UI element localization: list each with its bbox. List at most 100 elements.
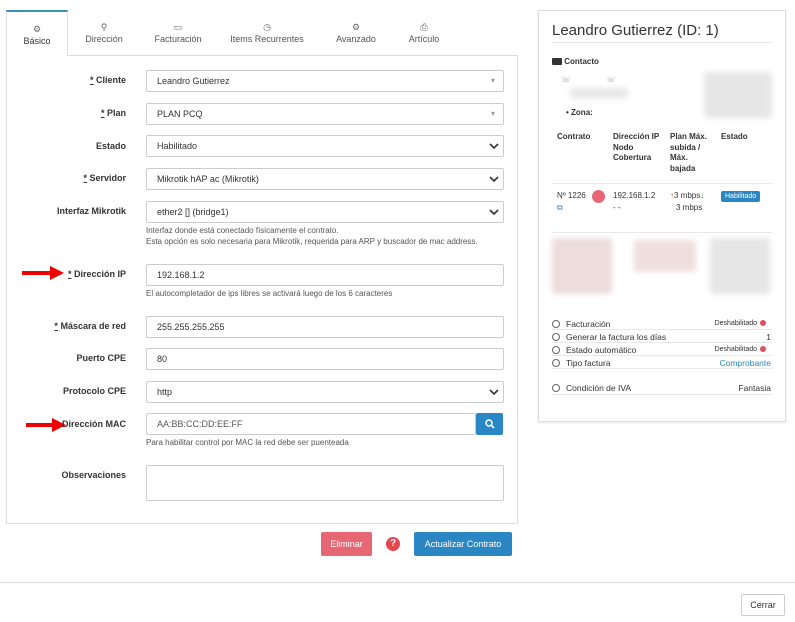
tab-bar: ⚙ Básico ⚲ Dirección ▭ Facturación ◷ Ite… [6, 10, 518, 57]
divider [552, 355, 772, 356]
setting-value: Deshabilitado [715, 320, 766, 327]
printer-icon: ⎙ [420, 22, 428, 32]
plan-label: * Plan [100, 108, 126, 118]
external-link-icon[interactable]: ⧉ [557, 203, 563, 213]
panel-title: Leandro Gutierrez (ID: 1) [552, 22, 719, 39]
divider [552, 368, 772, 369]
divider [552, 232, 772, 233]
observaciones-label: Observaciones [61, 470, 126, 480]
divider [552, 183, 772, 184]
chevron-down-icon [489, 389, 499, 396]
mac-label: Dirección MAC [61, 419, 126, 429]
disconnect-icon[interactable] [592, 190, 605, 203]
mascara-input[interactable]: 255.255.255.255 [146, 316, 504, 338]
interfaz-select[interactable]: ether2 [] (bridge1) [146, 201, 504, 223]
setting-value: 1 [766, 332, 771, 342]
cliente-label: * Cliente [89, 75, 126, 85]
protocolo-label: Protocolo CPE [62, 386, 126, 396]
contract-nodo: - - [613, 203, 621, 212]
observaciones-textarea[interactable] [146, 465, 504, 501]
search-icon [485, 419, 495, 429]
zona-label: • Zona: [566, 108, 593, 117]
divider [552, 329, 772, 330]
help-icon[interactable]: ? [386, 537, 400, 551]
cliente-select[interactable]: Leandro Gutierrez ▾ [146, 70, 504, 92]
tab-label: Dirección [85, 34, 123, 44]
chevron-down-icon [489, 176, 499, 183]
tab-label: Avanzado [336, 34, 376, 44]
radio-icon [552, 346, 560, 354]
tab-label: Artículo [408, 34, 440, 44]
radio-icon [552, 359, 560, 367]
blurred-graph [634, 240, 696, 272]
setting-label: Tipo factura [566, 358, 611, 368]
tab-direccion[interactable]: ⚲ Dirección [72, 10, 136, 56]
caret-down-icon: ▾ [490, 76, 495, 85]
servidor-label: * Servidor [83, 173, 126, 183]
setting-label: Condición de IVA [566, 383, 632, 393]
id-card-icon [552, 58, 562, 66]
ip-help: El autocompletador de ips libres se acti… [146, 289, 393, 298]
tab-label: Básico [23, 36, 51, 46]
setting-value: Fantasia [738, 383, 771, 393]
tab-label: Facturación [154, 34, 202, 44]
col-header-estado: Estado [721, 132, 748, 141]
mascara-label: * Máscara de red [54, 321, 126, 331]
plan-select[interactable]: PLAN PCQ ▾ [146, 103, 504, 125]
radio-icon [552, 320, 560, 328]
divider [552, 42, 772, 43]
phone-icon: ☏ [561, 75, 572, 84]
money-icon: ▭ [173, 22, 183, 32]
radio-icon [552, 384, 560, 392]
interfaz-help-2: Esta opción es solo necesaria para Mikro… [146, 237, 478, 246]
interfaz-label: Interfaz Mikrotik [56, 206, 126, 216]
blurred-graph [710, 238, 770, 294]
tab-label: Items Recurrentes [230, 34, 304, 44]
estado-label: Estado [95, 141, 126, 151]
chevron-down-icon [489, 209, 499, 216]
clock-icon: ◷ [263, 22, 271, 32]
tab-articulo[interactable]: ⎙ Artículo [392, 10, 456, 56]
blurred-phone [570, 88, 628, 98]
blurred-map [704, 72, 772, 118]
setting-label: Facturación [566, 319, 611, 329]
close-button[interactable]: Cerrar [741, 594, 785, 616]
tab-avanzado[interactable]: ⚙ Avanzado [324, 10, 388, 56]
col-header-plan: Plan Máx. subida / Máx. bajada [670, 132, 707, 173]
ip-input[interactable]: 192.168.1.2 [146, 264, 504, 286]
setting-link[interactable]: Comprobante [719, 358, 771, 368]
plan-down: 3 mbps [676, 203, 703, 212]
delete-button[interactable]: Eliminar [321, 532, 372, 556]
caret-down-icon: ▾ [490, 109, 495, 118]
estado-select[interactable]: Habilitado [146, 135, 504, 157]
plan-up: ↑3 mbps↓ [670, 191, 705, 200]
ip-label: * Dirección IP [67, 269, 126, 279]
tab-facturacion[interactable]: ▭ Facturación [146, 10, 210, 56]
col-header-ip: Dirección IP Nodo Cobertura [613, 132, 660, 162]
cogs-icon: ⚙ [351, 22, 361, 32]
contract-ip: 192.168.1.2 [613, 191, 656, 200]
status-badge: Habilitado [721, 191, 761, 202]
radio-icon [552, 333, 560, 341]
col-header-contrato: Contrato [557, 132, 591, 141]
mac-search-button[interactable] [476, 413, 503, 435]
tab-basico[interactable]: ⚙ Básico [6, 10, 68, 57]
puerto-input[interactable]: 80 [146, 348, 504, 370]
protocolo-select[interactable]: http [146, 381, 504, 403]
setting-label: Generar la factura los días [566, 332, 667, 342]
arrow-down-icon: ↓ [700, 191, 705, 200]
phone-icon: ☏ [606, 75, 617, 84]
divider [552, 342, 772, 343]
setting-label: Estado automático [566, 345, 637, 355]
update-contract-button[interactable]: Actualizar Contrato [414, 532, 512, 556]
contact-header: Contacto [552, 57, 599, 66]
setting-value: Deshabilitado [715, 346, 766, 353]
mac-input[interactable]: AA:BB:CC:DD:EE:FF [146, 413, 476, 435]
footer-divider [0, 582, 795, 583]
interfaz-help-1: Interfaz donde está conectado físicament… [146, 226, 339, 235]
map-pin-icon: ⚲ [100, 22, 108, 32]
servidor-select[interactable]: Mikrotik hAP ac (Mikrotik) [146, 168, 504, 190]
status-dot [760, 320, 766, 327]
contract-number[interactable]: Nº 1226 [557, 191, 586, 200]
tab-items-recurrentes[interactable]: ◷ Items Recurrentes [224, 10, 310, 56]
